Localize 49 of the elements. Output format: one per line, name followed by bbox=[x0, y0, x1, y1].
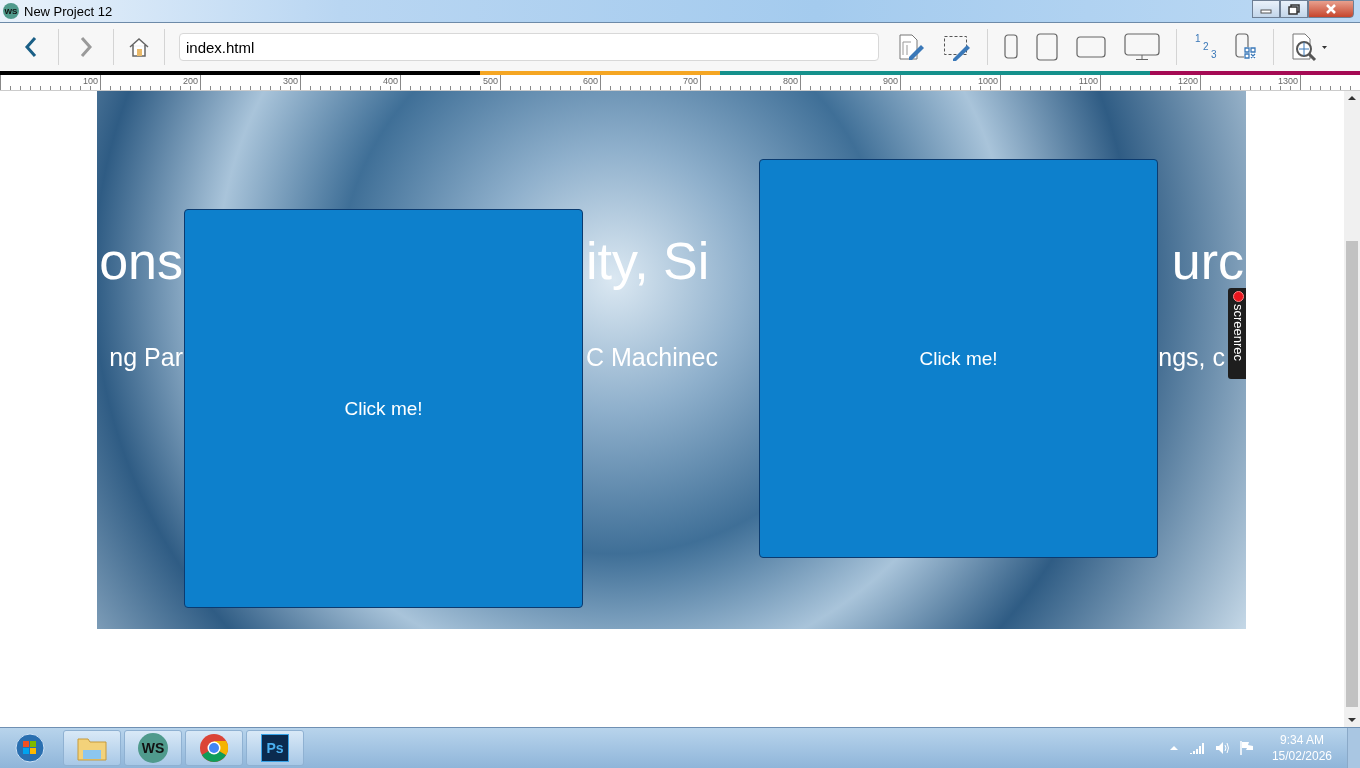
ruler-label: 500 bbox=[481, 76, 498, 86]
folder-icon bbox=[77, 735, 107, 761]
ruler-label: 100 bbox=[81, 76, 98, 86]
ruler-label: 1300 bbox=[1276, 76, 1298, 86]
scrollbar[interactable] bbox=[1344, 91, 1360, 727]
restore-icon bbox=[1288, 3, 1300, 15]
ruler-label: 1000 bbox=[976, 76, 998, 86]
hero-heading: ity, Si bbox=[586, 231, 710, 291]
hero-subheading: ngs, c bbox=[1158, 342, 1225, 373]
clock-date: 15/02/2026 bbox=[1271, 748, 1332, 764]
signal-icon[interactable] bbox=[1188, 741, 1205, 755]
restore-button[interactable] bbox=[1280, 0, 1308, 18]
ruler-label: 300 bbox=[281, 76, 298, 86]
app-logo: WS bbox=[3, 3, 19, 19]
close-icon bbox=[1325, 4, 1337, 14]
ruler-label: 600 bbox=[581, 76, 598, 86]
clock-time: 9:34 AM bbox=[1279, 732, 1324, 748]
hero-subheading: ng Par bbox=[109, 342, 183, 373]
close-button[interactable] bbox=[1308, 0, 1354, 18]
taskbar-app[interactable] bbox=[185, 730, 243, 766]
sequence-button[interactable]: 1 2 3 bbox=[1185, 29, 1225, 65]
ruler-label: 1100 bbox=[1077, 76, 1098, 86]
click-me-button[interactable]: Click me! bbox=[759, 159, 1158, 558]
hero-heading: urc bbox=[1171, 231, 1244, 291]
ruler-label: 800 bbox=[781, 76, 798, 86]
hero-subheading: C Machinec bbox=[586, 342, 718, 373]
ruler-label: 700 bbox=[681, 76, 698, 86]
ruler-label: 400 bbox=[381, 76, 398, 86]
ruler-label: 1200 bbox=[1176, 76, 1198, 86]
speaker-icon[interactable] bbox=[1213, 740, 1230, 756]
recorder-label: screenrec bbox=[1230, 304, 1246, 362]
ruler-label: 900 bbox=[881, 76, 898, 86]
window-title: New Project 12 bbox=[24, 3, 113, 19]
home-icon bbox=[128, 36, 150, 58]
minimize-button[interactable] bbox=[1252, 0, 1280, 18]
hero-heading: ons bbox=[99, 231, 183, 291]
record-icon bbox=[1232, 291, 1244, 302]
flag-icon[interactable] bbox=[1238, 740, 1255, 756]
taskbar-app[interactable] bbox=[63, 730, 121, 766]
app-logo: Ps bbox=[261, 734, 289, 762]
taskbar-app[interactable]: WS bbox=[124, 730, 182, 766]
click-me-button[interactable]: Click me! bbox=[184, 209, 583, 608]
app-logo: WS bbox=[138, 733, 168, 763]
chrome-icon bbox=[199, 733, 229, 763]
address-field[interactable]: index.html bbox=[179, 33, 879, 61]
scrollbar-thumb[interactable] bbox=[1346, 241, 1358, 707]
taskbar-app[interactable]: Ps bbox=[246, 730, 304, 766]
screen-recorder-badge[interactable]: screenrec bbox=[1228, 288, 1246, 379]
ruler-label: 200 bbox=[181, 76, 198, 86]
